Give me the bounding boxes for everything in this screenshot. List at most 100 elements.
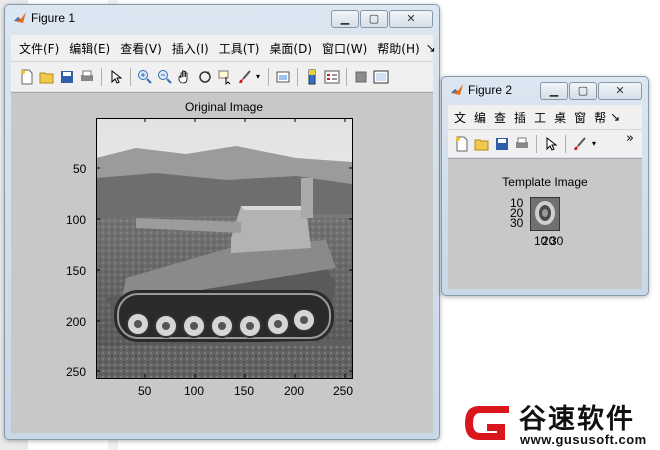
brush-button[interactable] xyxy=(570,134,590,154)
toolbar-overflow-icon[interactable]: » xyxy=(626,131,634,146)
menu-window[interactable]: 窗 xyxy=(574,109,586,126)
figure1-window-controls: ▁ ▢ ✕ xyxy=(331,10,433,28)
menu-desktop[interactable]: 桌 xyxy=(554,109,566,126)
printer-icon xyxy=(81,70,93,81)
figure1-window: Figure 1 ▁ ▢ ✕ 文件(F) 编辑(E) 查看(V) 插入(I) 工… xyxy=(4,4,440,440)
figure2-toolbar: ▾ » xyxy=(448,129,642,157)
rotate-icon xyxy=(199,70,211,83)
zoom-in-button[interactable] xyxy=(135,67,155,87)
print-button[interactable] xyxy=(77,67,97,87)
figure2-canvas: Template Image 10 20 30 10 20 30 xyxy=(448,158,642,289)
figure1-toolbar: ▾ xyxy=(11,61,433,91)
brush-dropdown-icon[interactable]: ▾ xyxy=(256,72,260,81)
maximize-icon: ▢ xyxy=(368,12,380,25)
save-button[interactable] xyxy=(492,134,512,154)
close-icon: ✕ xyxy=(615,84,625,97)
menu-file[interactable]: 文 xyxy=(454,109,466,126)
select-button[interactable] xyxy=(106,67,126,87)
select-button[interactable] xyxy=(541,134,561,154)
y-tick-label: 150 xyxy=(66,264,87,278)
hand-icon xyxy=(178,70,188,83)
x-tick-label: 100 xyxy=(184,384,205,398)
x-tick-label: 150 xyxy=(234,384,255,398)
legend-button[interactable] xyxy=(322,67,342,87)
colorbar-button[interactable] xyxy=(302,67,322,87)
figure1-title: Figure 1 xyxy=(31,11,76,25)
open-file-button[interactable] xyxy=(472,134,492,154)
menu-view[interactable]: 查 xyxy=(494,109,506,126)
zoom-out-icon xyxy=(158,69,172,84)
printer-icon xyxy=(516,137,528,148)
menu-help[interactable]: 帮 xyxy=(594,109,606,126)
rotate-3d-button[interactable] xyxy=(195,67,215,87)
link-plot-icon xyxy=(276,71,290,82)
show-plot-tools-button[interactable] xyxy=(371,67,391,87)
minimize-icon: ▁ xyxy=(549,84,559,97)
menu-window[interactable]: 窗口(W) xyxy=(322,40,367,57)
menu-desktop[interactable]: 桌面(D) xyxy=(269,40,312,57)
minimize-icon: ▁ xyxy=(340,12,350,25)
pointer-icon xyxy=(546,136,558,151)
link-plot-button[interactable] xyxy=(273,67,293,87)
figure2-title: Figure 2 xyxy=(468,83,513,97)
new-file-icon xyxy=(21,69,33,84)
toolbar-separator xyxy=(346,67,348,86)
figure1-titlebar[interactable]: Figure 1 ▁ ▢ ✕ xyxy=(5,5,439,31)
pan-button[interactable] xyxy=(175,67,195,87)
print-button[interactable] xyxy=(512,134,532,154)
close-button[interactable]: ✕ xyxy=(598,82,642,100)
template-image xyxy=(530,197,560,231)
matlab-icon xyxy=(14,12,26,23)
figure2-titlebar[interactable]: Figure 2 ▁ ▢ ✕ xyxy=(442,77,648,103)
maximize-button[interactable]: ▢ xyxy=(360,10,388,28)
legend-icon xyxy=(324,70,340,83)
matlab-icon xyxy=(451,84,463,95)
menu-help[interactable]: 帮助(H) xyxy=(377,40,419,57)
toolbar-separator xyxy=(268,67,270,86)
folder-open-icon xyxy=(39,72,54,83)
maximize-button[interactable]: ▢ xyxy=(569,82,597,100)
toolbar-separator xyxy=(565,134,566,153)
close-button[interactable]: ✕ xyxy=(389,10,433,28)
menu-insert[interactable]: 插入(I) xyxy=(172,40,209,57)
data-cursor-button[interactable] xyxy=(215,67,235,87)
menu-tools[interactable]: 工具(T) xyxy=(219,40,260,57)
close-icon: ✕ xyxy=(406,12,416,25)
open-file-button[interactable] xyxy=(37,67,57,87)
toolbar-separator xyxy=(101,67,102,86)
save-icon xyxy=(61,70,73,83)
axes-title: Template Image xyxy=(502,175,588,189)
x-tick-label: 50 xyxy=(138,384,152,398)
hide-plot-tools-button[interactable] xyxy=(351,67,371,87)
menu-edit[interactable]: 编辑(E) xyxy=(69,40,110,57)
menu-tools[interactable]: 工 xyxy=(534,109,546,126)
save-button[interactable] xyxy=(57,67,77,87)
toolbar-separator xyxy=(130,67,131,86)
x-tick-label: 30 xyxy=(550,234,564,248)
zoom-in-icon xyxy=(138,69,152,84)
x-tick-label: 250 xyxy=(333,384,354,398)
new-figure-button[interactable] xyxy=(17,67,37,87)
menu-edit[interactable]: 编 xyxy=(474,109,486,126)
hide-plot-tools-icon xyxy=(355,71,367,82)
zoom-out-button[interactable] xyxy=(155,67,175,87)
menu-overflow-icon[interactable]: ↘ xyxy=(426,41,436,55)
brush-dropdown-icon[interactable]: ▾ xyxy=(592,139,596,148)
minimize-button[interactable]: ▁ xyxy=(331,10,359,28)
menu-view[interactable]: 查看(V) xyxy=(120,40,162,57)
minimize-button[interactable]: ▁ xyxy=(540,82,568,100)
watermark-brand: 谷速软件 xyxy=(519,404,635,435)
menu-file[interactable]: 文件(F) xyxy=(19,40,59,57)
x-axis-ticks xyxy=(144,118,346,378)
brush-button[interactable] xyxy=(235,67,255,87)
brush-icon xyxy=(239,69,251,83)
figure2-window-controls: ▁ ▢ ✕ xyxy=(540,82,642,100)
save-icon xyxy=(496,137,508,150)
toolbar-separator xyxy=(536,134,537,153)
new-file-icon xyxy=(456,136,468,151)
new-figure-button[interactable] xyxy=(452,134,472,154)
y-axis-ticks xyxy=(96,167,353,372)
figure2-window: Figure 2 ▁ ▢ ✕ 文 编 查 插 工 桌 窗 帮 ↘ ▾ » Tem… xyxy=(441,76,649,296)
menu-overflow-icon[interactable]: ↘ xyxy=(610,110,620,124)
menu-insert[interactable]: 插 xyxy=(514,109,526,126)
